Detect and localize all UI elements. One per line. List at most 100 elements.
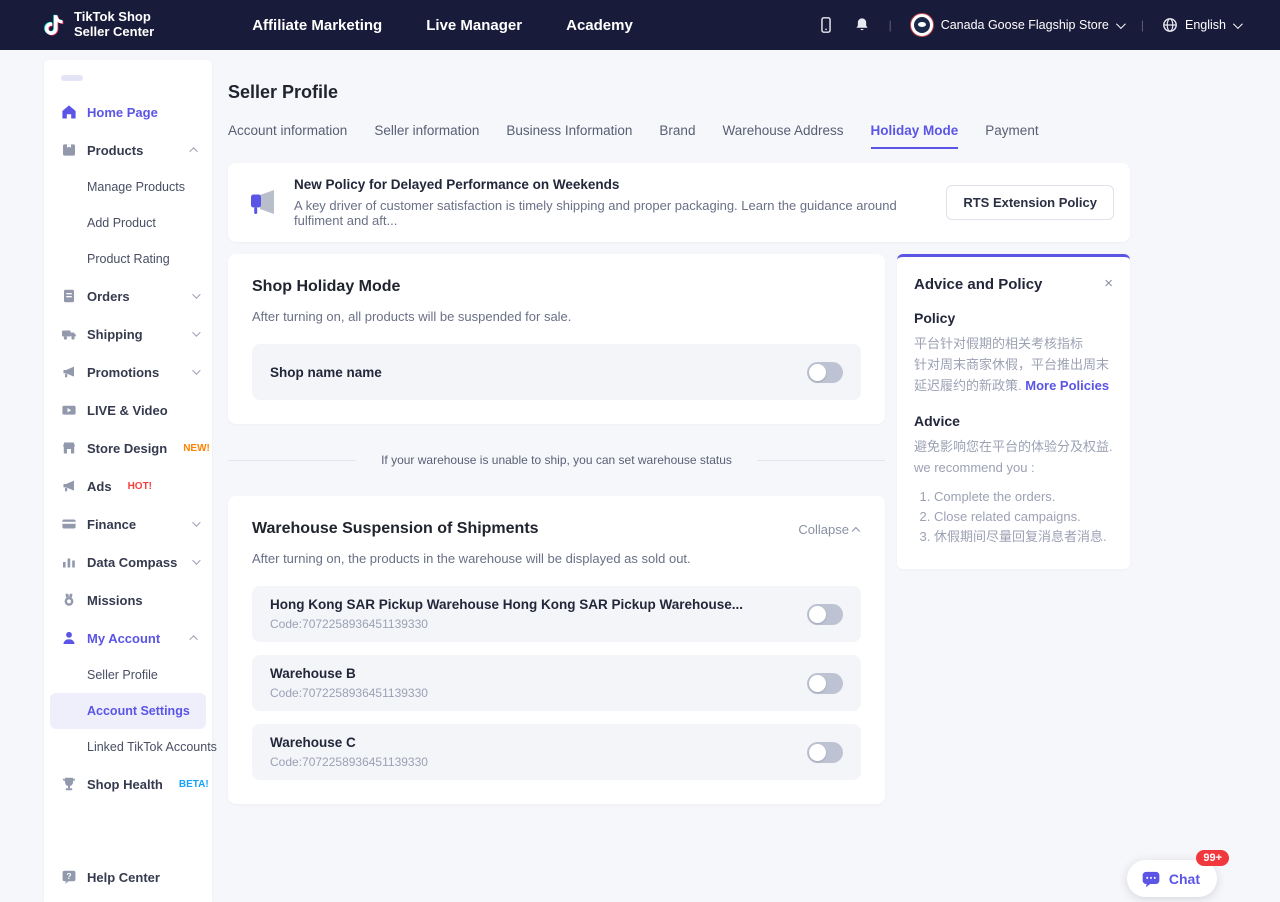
help-icon: ? <box>61 869 77 885</box>
warehouse-row-text: Warehouse C Code:7072258936451139330 <box>270 735 428 769</box>
language-switcher[interactable]: English <box>1162 17 1240 33</box>
sidebar-subitem-linked-tiktok-accounts[interactable]: Linked TikTok Accounts <box>44 729 212 765</box>
sidebar-item-label: Missions <box>87 593 143 608</box>
sidebar-item-home-page[interactable]: Home Page <box>44 93 212 131</box>
sidebar-item-promotions[interactable]: Promotions <box>44 353 212 391</box>
policy-heading: Policy <box>914 310 1113 326</box>
sidebar-item-live-video[interactable]: LIVE & Video <box>44 391 212 429</box>
advice-and-policy-panel: Advice and Policy × Policy 平台针对假期的相关考核指标… <box>897 254 1130 569</box>
collapse-link[interactable]: Collapse <box>798 522 861 537</box>
sidebar-subitem-manage-products[interactable]: Manage Products <box>44 169 212 205</box>
notification-bell-icon[interactable] <box>853 15 871 35</box>
sidebar-item-products[interactable]: Products <box>44 131 212 169</box>
logo-text: TikTok Shop Seller Center <box>74 10 154 40</box>
advice-item: Close related campaigns. <box>934 507 1113 527</box>
document-icon <box>61 288 77 304</box>
page-title: Seller Profile <box>228 82 1130 103</box>
holiday-card-description: After turning on, all products will be s… <box>252 309 861 324</box>
profile-tabs: Account information Seller information B… <box>228 123 1130 149</box>
sidebar-subitem-account-settings[interactable]: Account Settings <box>50 693 206 729</box>
warehouse-row-text: Warehouse B Code:7072258936451139330 <box>270 666 428 700</box>
globe-icon <box>1162 17 1178 33</box>
sidebar-item-help-center[interactable]: ? Help Center <box>44 858 212 896</box>
warehouse-suspension-card: Warehouse Suspension of Shipments Collap… <box>228 496 885 804</box>
tab-account-information[interactable]: Account information <box>228 123 347 149</box>
mobile-app-icon[interactable] <box>817 15 835 35</box>
store-avatar <box>910 13 934 37</box>
tab-payment[interactable]: Payment <box>985 123 1038 149</box>
chevron-down-icon <box>1233 19 1243 29</box>
shop-name-label: Shop name name <box>270 365 382 380</box>
sidebar-item-shipping[interactable]: Shipping <box>44 315 212 353</box>
shop-holiday-mode-card: Shop Holiday Mode After turning on, all … <box>228 254 885 424</box>
sidebar-item-label: Shipping <box>87 327 143 342</box>
divider-note: If your warehouse is unable to ship, you… <box>381 453 732 467</box>
policy-line-1: 平台针对假期的相关考核指标 <box>914 336 1083 351</box>
sidebar-item-orders[interactable]: Orders <box>44 277 212 315</box>
sidebar-item-finance[interactable]: Finance <box>44 505 212 543</box>
sidebar-item-missions[interactable]: Missions <box>44 581 212 619</box>
advice-item: 休假期间尽量回复消息者消息. <box>934 527 1113 547</box>
trophy-icon <box>61 776 77 792</box>
tab-warehouse-address[interactable]: Warehouse Address <box>722 123 843 149</box>
sidebar: Home Page Products Manage Products Add P… <box>44 60 212 902</box>
tab-seller-information[interactable]: Seller information <box>374 123 479 149</box>
sidebar-item-label: Help Center <box>87 870 160 885</box>
nav-link-live-manager[interactable]: Live Manager <box>426 17 522 34</box>
warehouse-code: Code:7072258936451139330 <box>270 686 428 700</box>
navbar-right: | Canada Goose Flagship Store | English <box>817 13 1240 37</box>
sidebar-item-label: Data Compass <box>87 555 177 570</box>
rts-extension-policy-button[interactable]: RTS Extension Policy <box>946 185 1114 220</box>
sidebar-collapse-handle[interactable] <box>61 75 83 81</box>
banner-text: New Policy for Delayed Performance on We… <box>294 177 946 228</box>
sidebar-item-shop-health[interactable]: Shop Health BETA! <box>44 765 212 803</box>
warehouse-name: Hong Kong SAR Pickup Warehouse Hong Kong… <box>270 597 743 612</box>
store-name: Canada Goose Flagship Store <box>941 18 1109 32</box>
sidebar-item-label: Home Page <box>87 105 158 120</box>
sidebar-item-data-compass[interactable]: Data Compass <box>44 543 212 581</box>
shop-holiday-toggle[interactable] <box>807 362 843 383</box>
warehouse-toggle[interactable] <box>807 604 843 625</box>
nav-link-affiliate-marketing[interactable]: Affiliate Marketing <box>252 17 382 34</box>
warehouse-toggle[interactable] <box>807 673 843 694</box>
chat-label: Chat <box>1169 871 1200 887</box>
more-policies-link[interactable]: More Policies <box>1025 378 1109 393</box>
warehouse-row-text: Hong Kong SAR Pickup Warehouse Hong Kong… <box>270 597 743 631</box>
chevron-up-icon <box>189 635 197 643</box>
advice-intro: 避免影响您在平台的体验分及权益. we recommend you : <box>914 437 1113 479</box>
sidebar-subitem-add-product[interactable]: Add Product <box>44 205 212 241</box>
sidebar-item-label: Products <box>87 143 143 158</box>
warehouse-name: Warehouse C <box>270 735 428 750</box>
sidebar-item-label: Finance <box>87 517 136 532</box>
divider-line <box>757 460 885 461</box>
sidebar-item-label: Shop Health <box>87 777 163 792</box>
tab-business-information[interactable]: Business Information <box>506 123 632 149</box>
store-switcher[interactable]: Canada Goose Flagship Store <box>910 13 1123 37</box>
chat-button[interactable]: Chat 99+ <box>1127 860 1217 897</box>
main-content: Seller Profile Account information Selle… <box>228 60 1130 804</box>
chevron-down-icon <box>1116 19 1126 29</box>
advice-panel-title: Advice and Policy <box>914 276 1042 293</box>
announcement-megaphone-icon <box>250 190 280 216</box>
chevron-down-icon <box>192 328 200 336</box>
top-navbar: TikTok Shop Seller Center Affiliate Mark… <box>0 0 1280 50</box>
close-icon[interactable]: × <box>1104 276 1113 291</box>
sidebar-subitem-product-rating[interactable]: Product Rating <box>44 241 212 277</box>
sidebar-item-ads[interactable]: Ads HOT! <box>44 467 212 505</box>
chevron-up-icon <box>189 147 197 155</box>
navbar-separator: | <box>889 18 892 32</box>
tiktok-shop-logo[interactable]: TikTok Shop Seller Center <box>40 10 154 40</box>
warehouse-toggle[interactable] <box>807 742 843 763</box>
tab-brand[interactable]: Brand <box>659 123 695 149</box>
sidebar-item-my-account[interactable]: My Account <box>44 619 212 657</box>
divider-line <box>228 460 356 461</box>
chevron-down-icon <box>192 556 200 564</box>
advice-item: Complete the orders. <box>934 487 1113 507</box>
sidebar-item-label: Ads <box>87 479 112 494</box>
holiday-card-title: Shop Holiday Mode <box>252 278 861 296</box>
megaphone-icon <box>61 478 77 494</box>
sidebar-subitem-seller-profile[interactable]: Seller Profile <box>44 657 212 693</box>
nav-link-academy[interactable]: Academy <box>566 17 633 34</box>
tab-holiday-mode[interactable]: Holiday Mode <box>871 123 959 149</box>
sidebar-item-store-design[interactable]: Store Design NEW! <box>44 429 212 467</box>
